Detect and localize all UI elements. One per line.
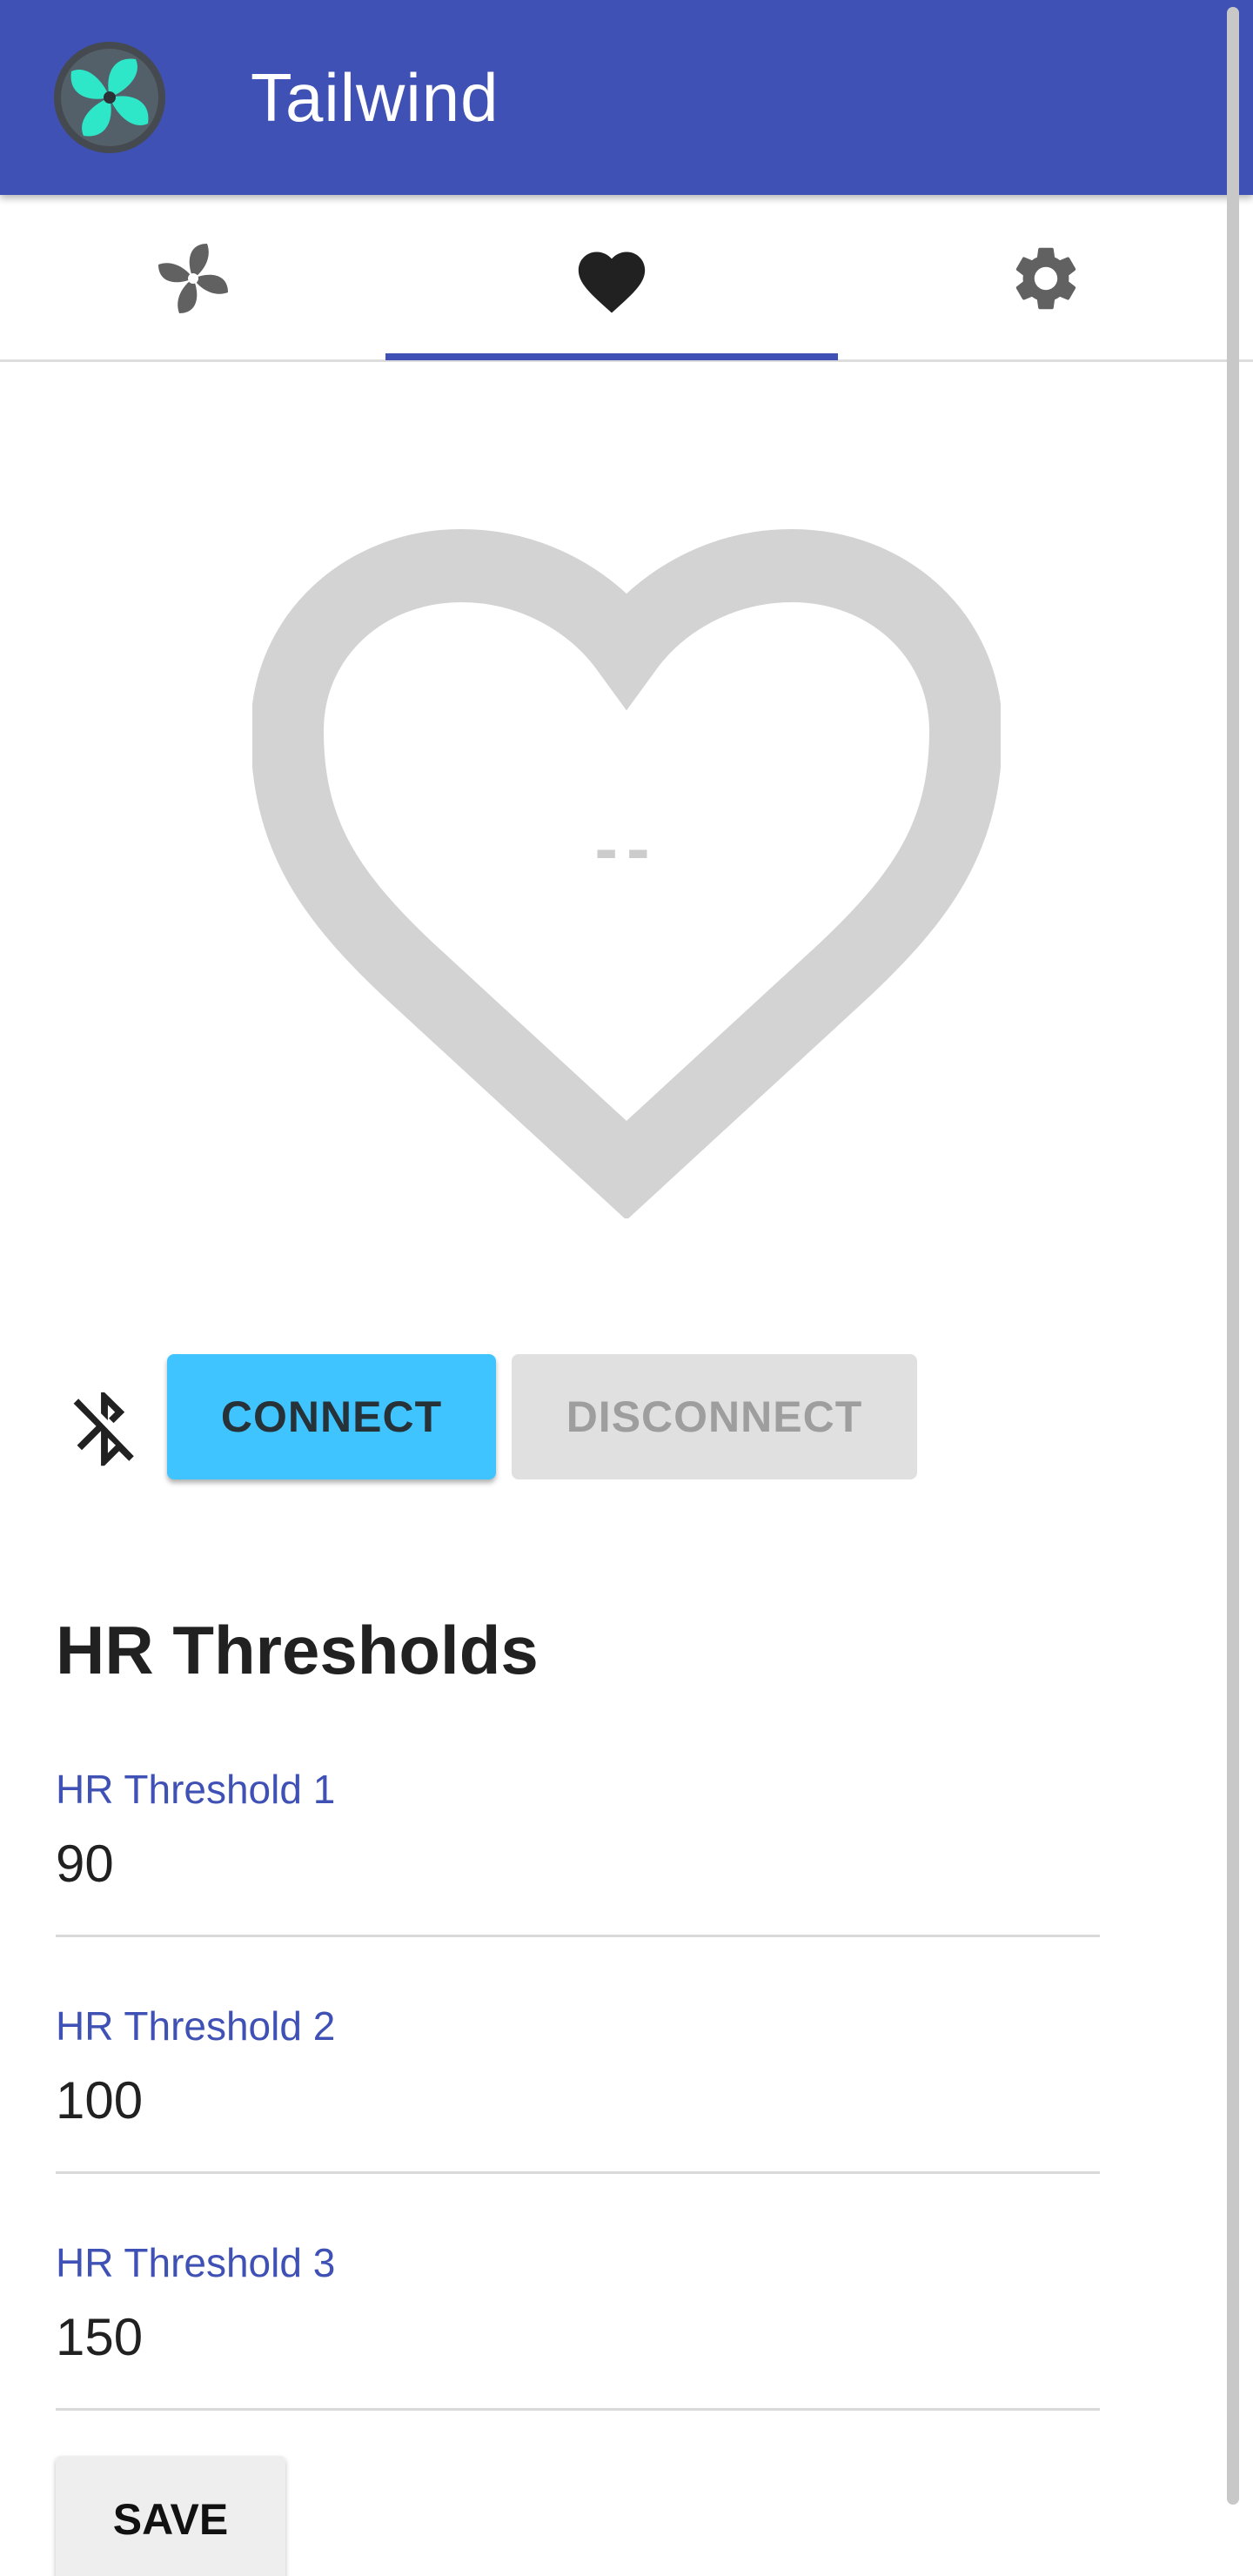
bluetooth-disabled-icon <box>73 1392 134 1466</box>
hr-threshold-1-field: HR Threshold 1 <box>56 1763 1100 1937</box>
save-button[interactable]: SAVE <box>56 2456 285 2576</box>
fan-logo-icon <box>54 42 165 153</box>
hr-threshold-2-label: HR Threshold 2 <box>56 2003 336 2049</box>
hr-threshold-3-input[interactable] <box>56 2301 1100 2372</box>
hr-threshold-2-field: HR Threshold 2 <box>56 2000 1100 2174</box>
tab-settings[interactable] <box>838 195 1253 362</box>
disconnect-button[interactable]: DISCONNECT <box>512 1354 917 1479</box>
tab-heart[interactable] <box>385 195 838 362</box>
hr-threshold-1-input[interactable] <box>56 1828 1100 1899</box>
tab-fan[interactable] <box>0 195 385 362</box>
hr-threshold-2-input[interactable] <box>56 2064 1100 2136</box>
tab-indicator <box>385 353 838 360</box>
section-title: HR Thresholds <box>56 1612 539 1688</box>
app-title: Tailwind <box>251 59 499 136</box>
hr-threshold-3-field: HR Threshold 3 <box>56 2237 1100 2411</box>
heart-icon <box>578 252 646 313</box>
scrollbar[interactable] <box>1227 7 1239 2505</box>
gear-icon <box>1015 247 1075 310</box>
connect-button[interactable]: CONNECT <box>167 1354 496 1479</box>
app-bar: Tailwind <box>0 0 1253 195</box>
tab-bar <box>0 195 1253 362</box>
heart-rate-value: -- <box>594 809 659 887</box>
fan-icon <box>157 244 228 313</box>
hr-threshold-3-label: HR Threshold 3 <box>56 2240 336 2285</box>
hr-threshold-1-label: HR Threshold 1 <box>56 1767 336 1812</box>
